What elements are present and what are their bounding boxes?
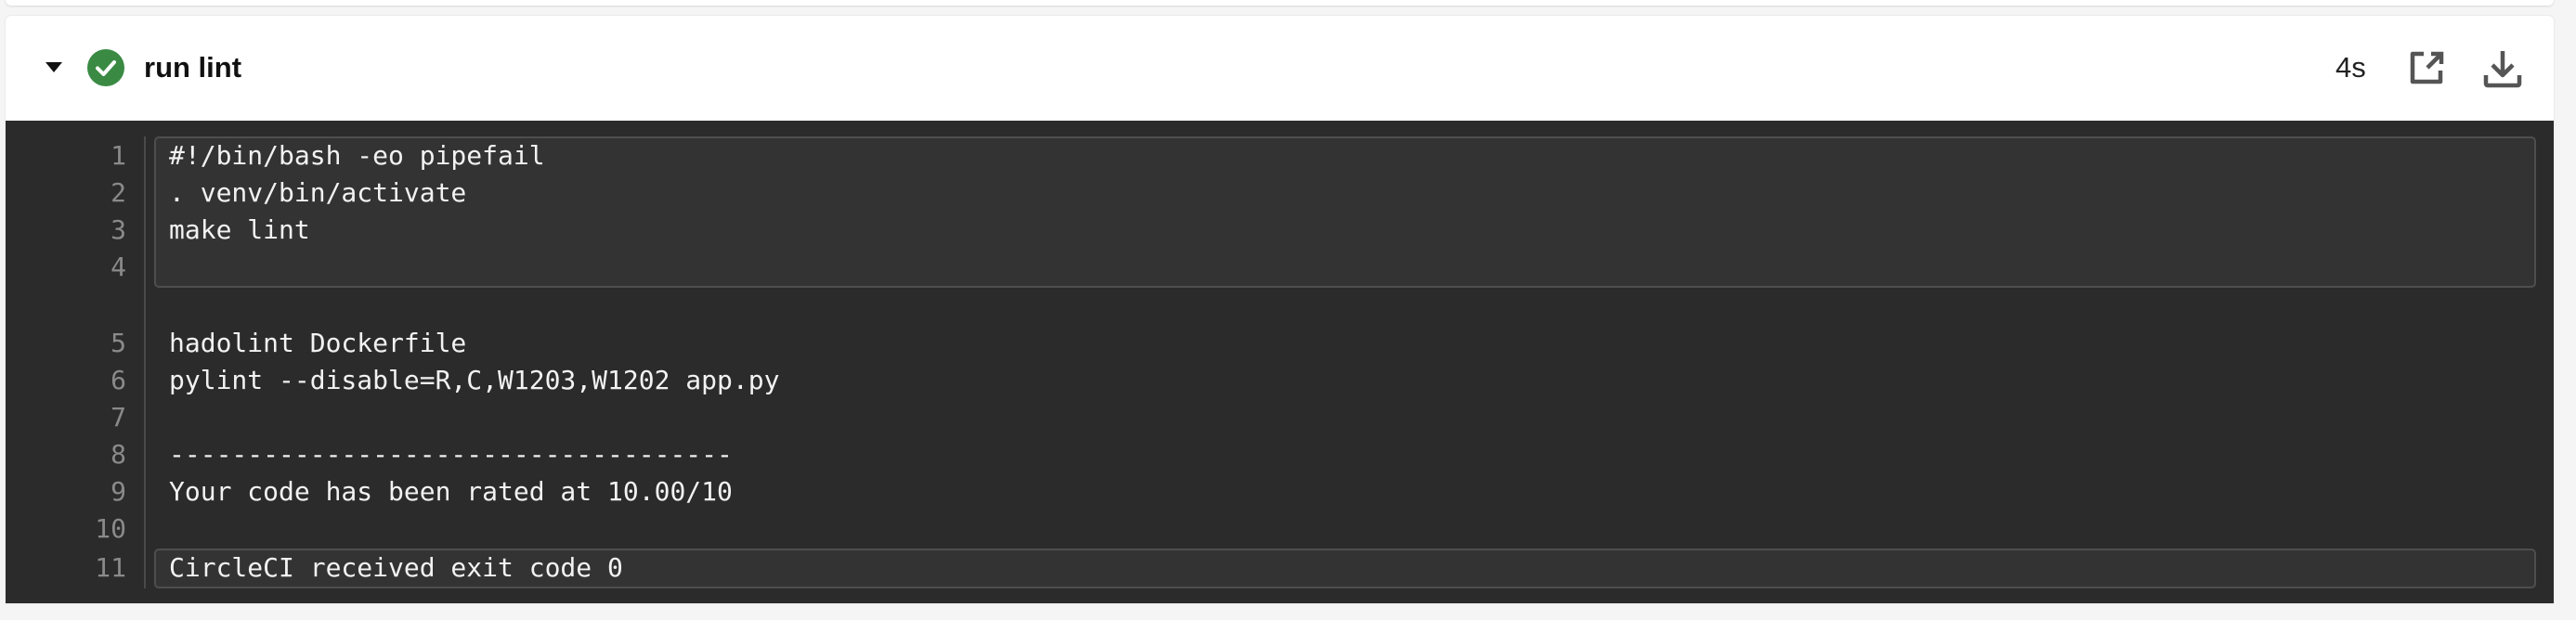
- output-line: pylint --disable=R,C,W1203,W1202 app.py: [169, 365, 780, 395]
- line-number: 5: [111, 328, 126, 358]
- previous-step-card: [6, 0, 2554, 6]
- line-number: 11: [95, 552, 126, 583]
- output-line: ------------------------------------: [169, 439, 733, 470]
- line-number: 7: [111, 402, 126, 433]
- terminal-output: 1 #!/bin/bash -eo pipefail 2 . venv/bin/act…: [6, 121, 2554, 603]
- line-number: 9: [111, 476, 126, 507]
- check-circle-icon: [87, 49, 124, 86]
- step-title: run lint: [144, 51, 242, 84]
- output-line: #!/bin/bash -eo pipefail: [169, 140, 545, 171]
- gutter-divider: [144, 136, 146, 588]
- output-line: make lint: [169, 214, 310, 245]
- line-number: 1: [111, 140, 126, 171]
- output-line: . venv/bin/activate: [169, 177, 467, 208]
- download-icon[interactable]: [2483, 49, 2522, 88]
- line-number: 6: [111, 365, 126, 395]
- line-number: 8: [111, 439, 126, 470]
- output-line: hadolint Dockerfile: [169, 328, 467, 358]
- line-number: 2: [111, 177, 126, 208]
- output-line: CircleCI received exit code 0: [169, 552, 623, 583]
- open-external-icon[interactable]: [2409, 49, 2446, 86]
- line-number: 3: [111, 214, 126, 245]
- step-card: run lint 4s 1 #!/bin/bash -eo pipefail 2 . …: [6, 16, 2554, 603]
- line-number: 4: [111, 252, 126, 282]
- step-duration: 4s: [2335, 51, 2366, 84]
- step-header[interactable]: run lint 4s: [6, 16, 2554, 121]
- chevron-down-icon[interactable]: [46, 62, 62, 72]
- output-line: Your code has been rated at 10.00/10: [169, 476, 733, 507]
- line-number: 10: [95, 513, 126, 544]
